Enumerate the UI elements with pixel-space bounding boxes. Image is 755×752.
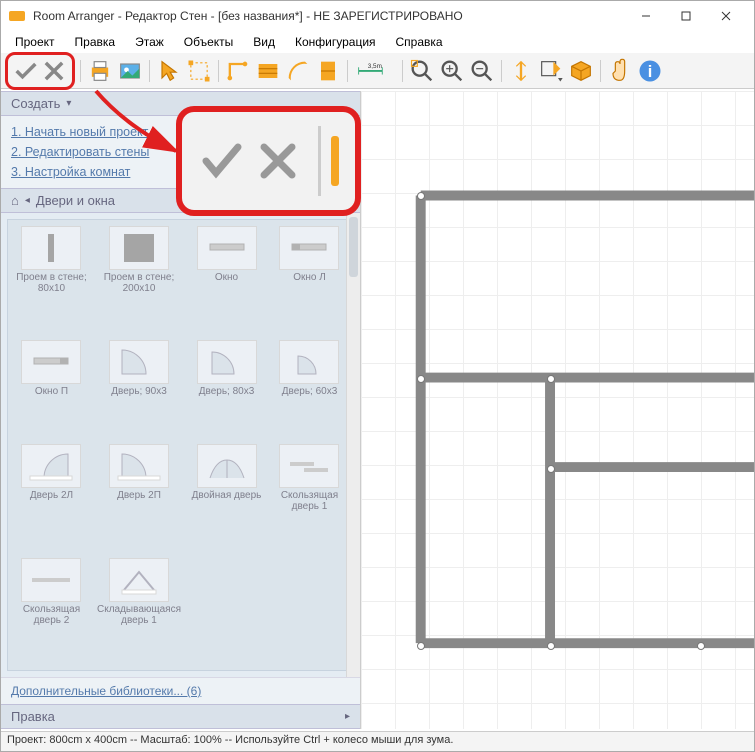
library-panel: Проем в стене; 80x10 Проем в стене; 200x…: [1, 213, 360, 677]
wall-node[interactable]: [547, 375, 555, 383]
lib-item[interactable]: Окно Л: [270, 224, 349, 334]
resize-tool[interactable]: [185, 57, 213, 85]
confirm-cancel-group: [5, 52, 75, 90]
lib-item[interactable]: Дверь; 90x3: [95, 338, 183, 437]
canvas[interactable]: [361, 91, 754, 729]
lib-item[interactable]: Дверь; 80x3: [187, 338, 266, 437]
svg-text:i: i: [648, 62, 653, 80]
library-scrollbar[interactable]: [346, 213, 360, 677]
wall-node[interactable]: [417, 642, 425, 650]
zoom-out-button[interactable]: [468, 57, 496, 85]
menu-project[interactable]: Проект: [7, 33, 63, 51]
lib-item[interactable]: Проем в стене; 80x10: [12, 224, 91, 334]
svg-text:3,5m: 3,5m: [368, 63, 382, 70]
lib-item[interactable]: Дверь 2Л: [12, 442, 91, 552]
separator: [402, 60, 403, 82]
wall-node[interactable]: [547, 642, 555, 650]
minimize-button[interactable]: [626, 2, 666, 30]
wall-curved-tool[interactable]: [284, 57, 312, 85]
measure-tool[interactable]: 3,5m: [353, 57, 397, 85]
check-icon: [198, 137, 246, 185]
lib-item[interactable]: Проем в стене; 200x10: [95, 224, 183, 334]
export-image-button[interactable]: [116, 57, 144, 85]
lib-item[interactable]: Дверь 2П: [95, 442, 183, 552]
lib-item[interactable]: Двойная дверь: [187, 442, 266, 552]
separator: [149, 60, 150, 82]
separator: [80, 60, 81, 82]
menu-objects[interactable]: Объекты: [176, 33, 242, 51]
wall-node[interactable]: [417, 192, 425, 200]
dimensions-button[interactable]: [507, 57, 535, 85]
draw-wall-tool[interactable]: [224, 57, 252, 85]
status-bar: Проект: 800cm x 400cm -- Масштаб: 100% -…: [1, 731, 754, 751]
title-bar: Room Arranger - Редактор Стен - [без наз…: [1, 1, 754, 31]
menu-bar: Проект Правка Этаж Объекты Вид Конфигура…: [1, 31, 754, 53]
zoom-fit-button[interactable]: [408, 57, 436, 85]
zoom-in-button[interactable]: [438, 57, 466, 85]
content-area: Создать▾ 1. Начать новый проект 2. Редак…: [1, 91, 754, 729]
separator: [347, 60, 348, 82]
home-icon: ⌂: [11, 193, 19, 208]
separator: [501, 60, 502, 82]
cancel-button[interactable]: [40, 57, 68, 85]
wall-node[interactable]: [417, 375, 425, 383]
menu-floor[interactable]: Этаж: [127, 33, 172, 51]
window-title: Room Arranger - Редактор Стен - [без наз…: [33, 9, 626, 23]
extra-libraries-link[interactable]: Дополнительные библиотеки... (6): [1, 677, 360, 704]
x-icon: [254, 137, 302, 185]
lib-item[interactable]: Окно: [187, 224, 266, 334]
library-grid[interactable]: Проем в стене; 80x10 Проем в стене; 200x…: [7, 219, 354, 671]
toolbar: 3,5m i: [1, 53, 754, 89]
wall-straight-tool[interactable]: [254, 57, 282, 85]
separator: [218, 60, 219, 82]
floor-plan[interactable]: [361, 91, 754, 728]
menu-help[interactable]: Справка: [388, 33, 451, 51]
lib-item[interactable]: Складывающаяся дверь 1: [95, 556, 183, 666]
menu-view[interactable]: Вид: [245, 33, 283, 51]
menu-edit[interactable]: Правка: [67, 33, 124, 51]
callout-zoom: [176, 106, 361, 216]
app-icon: [9, 11, 25, 21]
lib-item[interactable]: Скользящая дверь 2: [12, 556, 91, 666]
maximize-button[interactable]: [666, 2, 706, 30]
separator: [600, 60, 601, 82]
confirm-button[interactable]: [12, 57, 40, 85]
print-button[interactable]: [86, 57, 114, 85]
lib-item[interactable]: Дверь; 60x3: [270, 338, 349, 437]
lib-item[interactable]: Скользящая дверь 1: [270, 442, 349, 552]
edit-dropdown-button[interactable]: [537, 57, 565, 85]
wall-segment-tool[interactable]: [314, 57, 342, 85]
edit-section-header[interactable]: Правка▸: [1, 704, 360, 729]
wall-node[interactable]: [697, 642, 705, 650]
info-button[interactable]: i: [636, 57, 664, 85]
menu-config[interactable]: Конфигурация: [287, 33, 384, 51]
close-button[interactable]: [706, 2, 746, 30]
select-tool[interactable]: [155, 57, 183, 85]
view-3d-button[interactable]: [567, 57, 595, 85]
lib-item[interactable]: Окно П: [12, 338, 91, 437]
hand-tool[interactable]: [606, 57, 634, 85]
wall-node[interactable]: [547, 465, 555, 473]
